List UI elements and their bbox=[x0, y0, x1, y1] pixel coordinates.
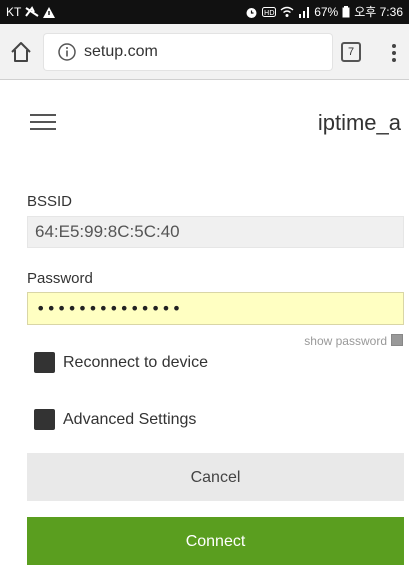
reconnect-option[interactable]: Reconnect to device bbox=[34, 352, 208, 373]
alert-icon bbox=[43, 6, 56, 18]
device-name: iptime_a bbox=[317, 110, 401, 135]
reconnect-label: Reconnect to device bbox=[63, 353, 208, 371]
tab-count: 7 bbox=[347, 46, 355, 58]
advanced-settings-checkbox[interactable] bbox=[34, 409, 55, 430]
connect-button[interactable]: Connect bbox=[27, 517, 404, 565]
bssid-field: 64:E5:99:8C:5C:40 bbox=[27, 216, 404, 248]
reconnect-checkbox[interactable] bbox=[34, 352, 55, 373]
advanced-settings-option[interactable]: Advanced Settings bbox=[34, 409, 196, 430]
hd-icon: HD bbox=[262, 7, 277, 17]
more-vert-icon[interactable] bbox=[384, 42, 404, 64]
battery-percent: 67% bbox=[314, 5, 339, 19]
cancel-button[interactable]: Cancel bbox=[27, 453, 404, 501]
alarm-icon bbox=[245, 6, 258, 19]
wifi-icon bbox=[280, 6, 294, 18]
password-field[interactable] bbox=[27, 292, 404, 325]
home-icon[interactable] bbox=[8, 39, 34, 65]
svg-text:HD: HD bbox=[264, 9, 275, 17]
status-left: KT bbox=[6, 0, 56, 24]
info-icon[interactable] bbox=[58, 43, 76, 61]
status-bar: KT HD 67% 오후 7:36 bbox=[0, 0, 409, 24]
dnd-icon bbox=[25, 6, 39, 18]
carrier-label: KT bbox=[6, 5, 22, 19]
advanced-settings-label: Advanced Settings bbox=[63, 410, 197, 428]
show-password-checkbox[interactable] bbox=[391, 334, 403, 346]
menu-icon[interactable] bbox=[30, 114, 64, 136]
signal-icon bbox=[298, 6, 310, 18]
battery-icon bbox=[342, 6, 350, 18]
browser-toolbar: setup.com 7 bbox=[0, 24, 409, 80]
bssid-value: 64:E5:99:8C:5C:40 bbox=[35, 222, 180, 241]
address-bar[interactable]: setup.com bbox=[44, 34, 332, 70]
password-label: Password bbox=[27, 270, 93, 287]
status-time: 오후 7:36 bbox=[354, 5, 403, 19]
tabs-icon[interactable]: 7 bbox=[341, 42, 361, 62]
status-right: HD 67% 오후 7:36 bbox=[245, 0, 403, 24]
bssid-label: BSSID bbox=[27, 193, 73, 210]
show-password-label: show password bbox=[304, 334, 387, 348]
url-text[interactable]: setup.com bbox=[84, 43, 158, 61]
